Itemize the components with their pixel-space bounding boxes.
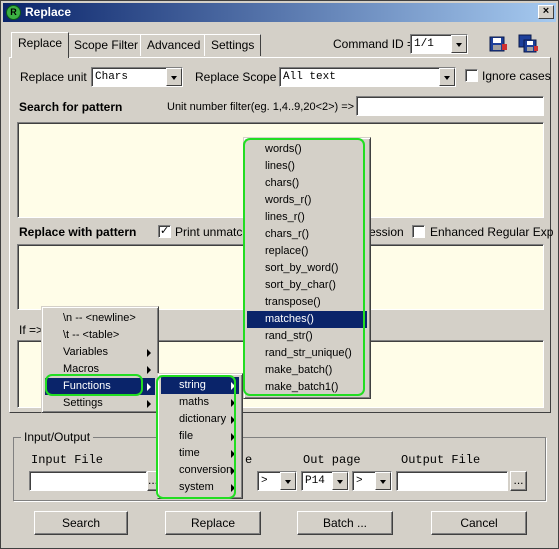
print-unmatched-checkbox[interactable] (158, 224, 171, 238)
batch-button[interactable]: Batch ... (297, 511, 393, 535)
menu-item-functions[interactable]: Functions (45, 378, 155, 395)
chevron-down-icon (375, 472, 391, 490)
menu-item-make-batch1[interactable]: make_batch1() (247, 379, 367, 396)
menu-item-file[interactable]: file (161, 428, 239, 445)
enhanced-regex-label: Enhanced Regular Exp (430, 225, 554, 239)
output-file-browse-button[interactable]: ... (510, 471, 527, 491)
tab-replace[interactable]: Replace (11, 32, 70, 58)
input-file-label: Input File (31, 453, 104, 467)
if-label: If => (19, 323, 44, 337)
menu-item-replace[interactable]: replace() (247, 243, 367, 260)
input-file-input[interactable] (29, 471, 147, 491)
functions-submenu: string maths dictionary file time conver… (157, 373, 243, 499)
chevron-down-icon (332, 472, 348, 490)
chevron-down-icon (166, 68, 182, 86)
menu-item-variables[interactable]: Variables (45, 344, 155, 361)
regex-label: ession (369, 225, 404, 239)
command-id-select[interactable]: 1/1 (410, 34, 468, 54)
command-id-label: Command ID => (333, 37, 422, 51)
save-icon[interactable] (487, 34, 509, 54)
menu-item-string[interactable]: string (161, 377, 239, 394)
chevron-right-icon (147, 349, 151, 357)
menu-item-tab[interactable]: \t -- <table> (45, 327, 155, 344)
menu-item-dictionary[interactable]: dictionary (161, 411, 239, 428)
app-icon: R (6, 5, 21, 20)
window-title: Replace (25, 5, 72, 19)
chevron-right-icon (231, 399, 235, 407)
chevron-right-icon (231, 433, 235, 441)
tab-settings[interactable]: Settings (204, 34, 262, 56)
menu-item-lines-r[interactable]: lines_r() (247, 209, 367, 226)
menu-item-system[interactable]: system (161, 479, 239, 496)
chevron-right-icon (231, 484, 235, 492)
insert-context-menu: \n -- <newline> \t -- <table> Variables … (41, 306, 159, 413)
title-bar[interactable]: R Replace × (3, 3, 556, 22)
menu-item-transpose[interactable]: transpose() (247, 294, 367, 311)
menu-item-matches[interactable]: matches() (247, 311, 367, 328)
menu-item-rand-str-unique[interactable]: rand_str_unique() (247, 345, 367, 362)
unit-filter-input[interactable] (356, 96, 544, 116)
chevron-right-icon (231, 416, 235, 424)
search-pattern-heading: Search for pattern (19, 100, 123, 114)
replace-unit-select[interactable]: Chars (91, 67, 183, 87)
unit-filter-label: Unit number filter(eg. 1,4..9,20<2>) => (167, 101, 355, 113)
menu-item-words-r[interactable]: words_r() (247, 192, 367, 209)
menu-item-time[interactable]: time (161, 445, 239, 462)
chevron-right-icon (147, 383, 151, 391)
replace-pattern-heading: Replace with pattern (19, 225, 137, 239)
page-operator-select[interactable]: > (257, 471, 297, 491)
menu-item-chars-r[interactable]: chars_r() (247, 226, 367, 243)
close-button[interactable]: × (538, 5, 554, 19)
chevron-right-icon (231, 382, 235, 390)
output-file-input[interactable] (396, 471, 508, 491)
replace-unit-label: Replace unit (20, 70, 87, 84)
replace-button[interactable]: Replace (165, 511, 261, 535)
output-file-label: Output File (401, 453, 481, 467)
menu-item-conversion[interactable]: conversion (161, 462, 239, 479)
chevron-right-icon (231, 450, 235, 458)
chevron-down-icon (439, 68, 455, 86)
replace-scope-label: Replace Scope (195, 70, 277, 84)
cancel-button[interactable]: Cancel (431, 511, 527, 535)
ignore-cases-label: Ignore cases (482, 69, 551, 83)
out-page-select[interactable]: P14 (301, 471, 349, 491)
menu-item-chars[interactable]: chars() (247, 175, 367, 192)
replace-dialog: R Replace × Replace Scope Filter Advance… (0, 0, 559, 549)
menu-item-make-batch[interactable]: make_batch() (247, 362, 367, 379)
out-page-operator-select[interactable]: > (352, 471, 392, 491)
menu-item-newline[interactable]: \n -- <newline> (45, 310, 155, 327)
ignore-cases-checkbox[interactable] (465, 69, 478, 82)
search-button[interactable]: Search (34, 511, 128, 535)
menu-item-macros[interactable]: Macros (45, 361, 155, 378)
string-functions-submenu: words() lines() chars() words_r() lines_… (243, 137, 371, 399)
chevron-down-icon (451, 35, 467, 53)
input-output-group (13, 437, 546, 501)
replace-scope-select[interactable]: All text (279, 67, 456, 87)
menu-item-settings[interactable]: Settings (45, 395, 155, 412)
menu-item-rand-str[interactable]: rand_str() (247, 328, 367, 345)
menu-item-sort-by-char[interactable]: sort_by_char() (247, 277, 367, 294)
tab-advanced[interactable]: Advanced (140, 34, 208, 56)
chevron-right-icon (231, 467, 235, 475)
tab-scope-filter[interactable]: Scope Filter (67, 34, 146, 56)
menu-item-words[interactable]: words() (247, 141, 367, 158)
save-all-icon[interactable] (517, 34, 539, 54)
chevron-down-icon (280, 472, 296, 490)
menu-item-maths[interactable]: maths (161, 394, 239, 411)
input-output-label: Input/Output (21, 430, 94, 444)
chevron-right-icon (147, 366, 151, 374)
menu-item-sort-by-word[interactable]: sort_by_word() (247, 260, 367, 277)
menu-item-lines[interactable]: lines() (247, 158, 367, 175)
partial-label: e (245, 453, 253, 467)
out-page-label: Out page (303, 453, 361, 467)
chevron-right-icon (147, 400, 151, 408)
enhanced-regex-checkbox[interactable] (412, 225, 425, 238)
